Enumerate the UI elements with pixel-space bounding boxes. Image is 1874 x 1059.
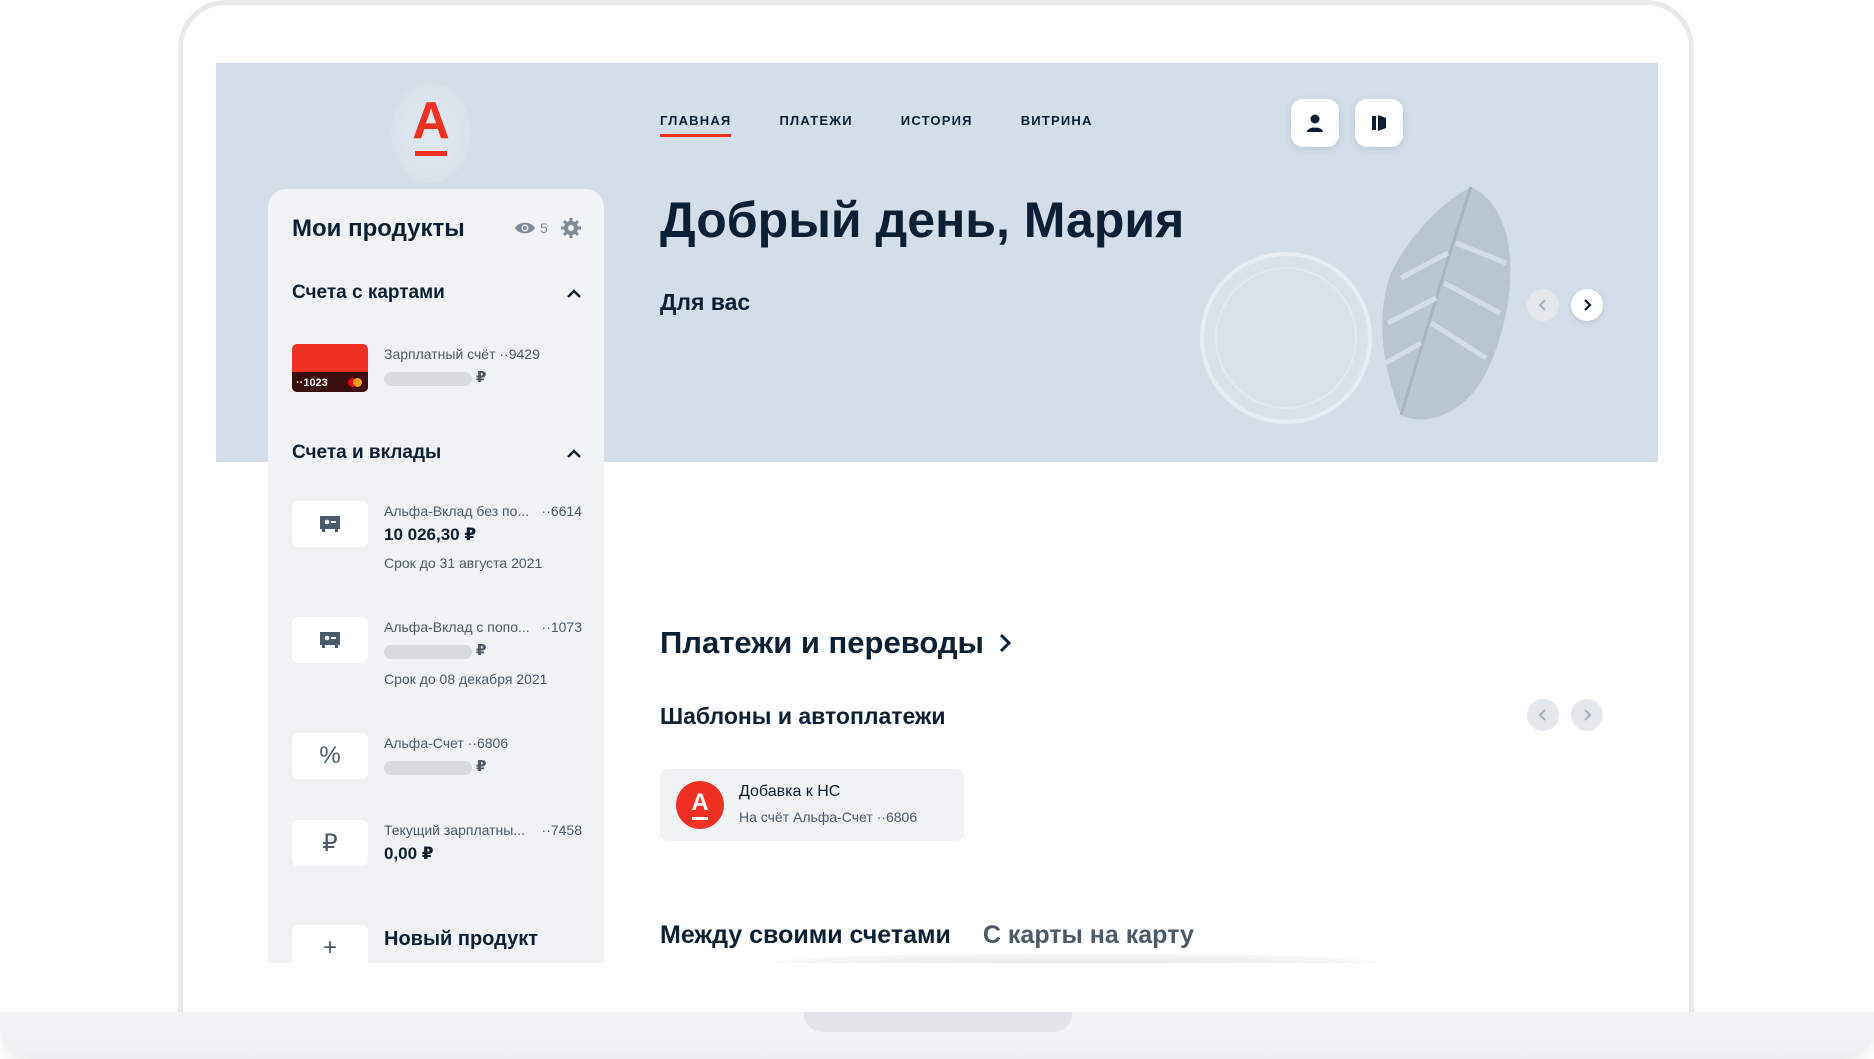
template-card[interactable]: А Добавка к НС На счёт Альфа-Счет ··6806 [660, 769, 964, 841]
tab-card-to-card[interactable]: С карты на карту [983, 921, 1194, 950]
mastercard-icon [348, 378, 362, 387]
item-tile: % [292, 733, 368, 779]
user-icon [1307, 114, 1323, 132]
hidden-products-toggle[interactable]: 5 [514, 220, 548, 236]
item-amount: 0,00 ₽ [384, 844, 434, 863]
item-tile: ₽ [292, 820, 368, 866]
logo-underline [415, 151, 447, 156]
list-item-current-salary[interactable]: ₽ Текущий зарплатны... ··7458 0,00 ₽ [292, 820, 582, 868]
template-subtitle: На счёт Альфа-Счет ··6806 [739, 809, 918, 825]
item-name: Альфа-Счет ··6806 [384, 735, 509, 751]
list-item-alfa-account[interactable]: % Альфа-Счет ··6806 ₽ [292, 733, 582, 781]
alfa-logo[interactable]: А [401, 93, 461, 181]
section-title-cards: Счета с картами [292, 282, 445, 303]
item-name: Текущий зарплатны... [384, 822, 525, 838]
item-term: Срок до 31 августа 2021 [384, 555, 543, 571]
list-item-deposit-1073[interactable]: Альфа-Вклад с попо... ··1073 ₽ Срок до 0… [292, 617, 582, 697]
item-tile [292, 501, 368, 547]
chevron-up-icon[interactable] [564, 284, 584, 304]
chevron-right-icon [999, 633, 1012, 653]
nav-item-payments[interactable]: ПЛАТЕЖИ [779, 113, 852, 137]
new-product-button[interactable]: + Новый продукт [292, 925, 582, 963]
item-currency: ₽ [476, 369, 487, 386]
app-screen: А ГЛАВНАЯ ПЛАТЕЖИ ИСТОРИЯ ВИТРИНА Мои пр… [216, 63, 1658, 963]
template-title: Добавка к НС [739, 783, 841, 800]
plus-icon: + [322, 934, 337, 961]
chevron-left-icon [1538, 299, 1546, 311]
carousel-next-button[interactable] [1571, 289, 1603, 321]
deposit-icon [320, 632, 340, 648]
logo-letter: А [412, 92, 450, 150]
products-panel: Мои продукты 5 Счета с картами ··1023 За… [268, 189, 604, 963]
percent-icon: % [319, 742, 341, 769]
payments-title: Платежи и переводы [660, 625, 985, 660]
item-currency: ₽ [476, 642, 487, 659]
template-logo-letter: А [691, 788, 709, 816]
for-you-title: Для вас [660, 289, 751, 315]
carousel-prev-button[interactable] [1527, 289, 1559, 321]
item-name: Альфа-Вклад с попо... [384, 619, 530, 635]
eye-icon [515, 222, 535, 234]
alfa-logo-icon: А [676, 781, 724, 829]
logout-button[interactable] [1355, 99, 1403, 147]
item-number: ··1073 [541, 619, 582, 635]
new-product-label: Новый продукт [384, 928, 539, 950]
logout-icon [1372, 115, 1386, 131]
bank-card: ··1023 [292, 344, 368, 392]
ruble-icon: ₽ [322, 829, 338, 857]
chevron-left-icon [1538, 709, 1546, 721]
section-title-deposits: Счета и вклады [292, 442, 442, 463]
bottom-shadow [776, 953, 1376, 963]
template-logo-underline [692, 816, 708, 820]
list-item-salary-card[interactable]: ··1023 Зарплатный счёт ··9429 ₽ [292, 344, 582, 394]
list-item-deposit-6614[interactable]: Альфа-Вклад без по... ··6614 10 026,30 ₽… [292, 501, 582, 581]
gear-icon [561, 218, 581, 238]
item-name: Альфа-Вклад без по... [384, 503, 530, 519]
transfer-tabs: Между своими счетами С карты на карту [660, 921, 1194, 950]
greeting-title: Добрый день, Мария [660, 192, 1185, 248]
hidden-count: 5 [540, 220, 548, 236]
laptop-notch [804, 1012, 1072, 1032]
hidden-balance [384, 645, 472, 659]
deposit-icon [320, 516, 340, 532]
templates-next-button[interactable] [1571, 699, 1603, 731]
card-number: ··1023 [296, 377, 328, 389]
item-currency: ₽ [476, 758, 487, 775]
payments-link[interactable]: Платежи и переводы [660, 625, 1014, 661]
item-name: Зарплатный счёт ··9429 [384, 346, 540, 362]
settings-button[interactable] [560, 217, 582, 244]
hidden-balance [384, 761, 472, 775]
chevron-up-icon[interactable] [564, 444, 584, 464]
tab-own-accounts[interactable]: Между своими счетами [660, 921, 951, 950]
item-tile [292, 617, 368, 663]
item-number: ··7458 [541, 822, 582, 838]
item-term: Срок до 08 декабря 2021 [384, 671, 548, 687]
panel-title: Мои продукты [292, 215, 465, 242]
nav-item-showcase[interactable]: ВИТРИНА [1021, 113, 1093, 137]
main-nav: ГЛАВНАЯ ПЛАТЕЖИ ИСТОРИЯ ВИТРИНА [660, 113, 1093, 137]
item-amount: 10 026,30 ₽ [384, 525, 477, 544]
nav-item-main[interactable]: ГЛАВНАЯ [660, 113, 732, 137]
chevron-right-icon [1584, 299, 1592, 311]
profile-button[interactable] [1291, 99, 1339, 147]
templates-title: Шаблоны и автоплатежи [660, 703, 946, 729]
item-tile: + [292, 925, 368, 963]
chevron-right-icon [1584, 709, 1592, 721]
templates-prev-button[interactable] [1527, 699, 1559, 731]
hidden-balance [384, 372, 472, 386]
item-number: ··6614 [541, 503, 582, 519]
nav-item-history[interactable]: ИСТОРИЯ [901, 113, 973, 137]
